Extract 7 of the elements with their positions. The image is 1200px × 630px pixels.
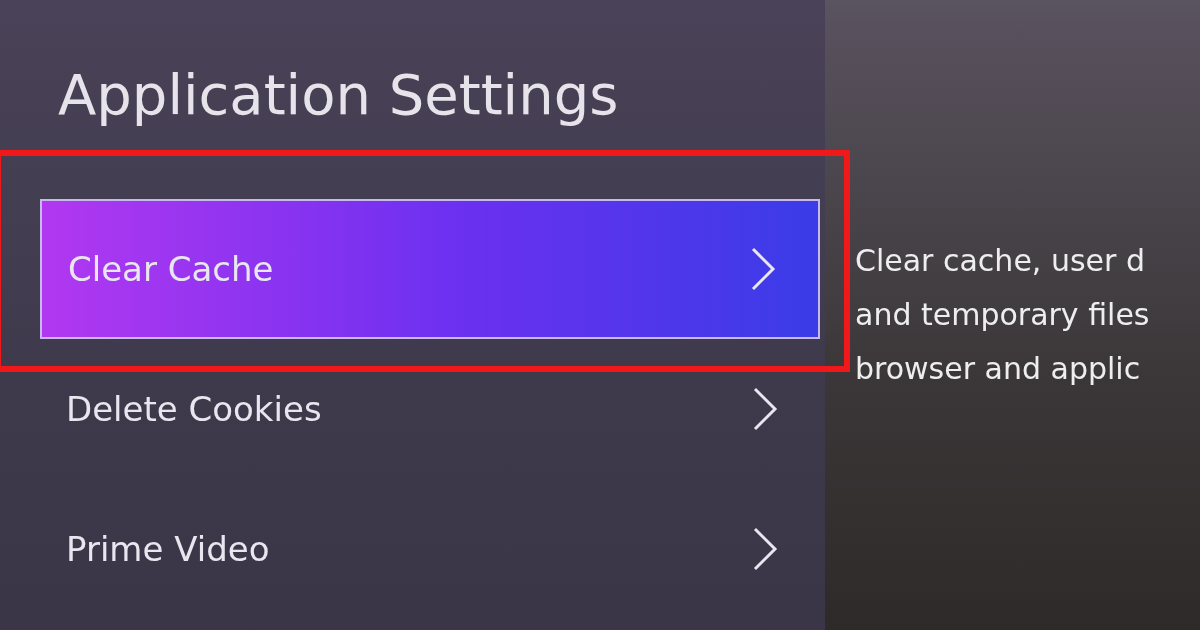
- menu-item[interactable]: Clear Cache: [40, 199, 820, 339]
- menu-item[interactable]: Prime Video: [40, 479, 820, 619]
- settings-title: Application Settings: [58, 62, 620, 127]
- description-text: browser and applic: [855, 350, 1142, 388]
- menu-item[interactable]: Delete Cookies: [40, 339, 820, 479]
- description-text: Clear cache, user d: [855, 242, 1146, 280]
- description-text: and temporary files: [855, 296, 1151, 334]
